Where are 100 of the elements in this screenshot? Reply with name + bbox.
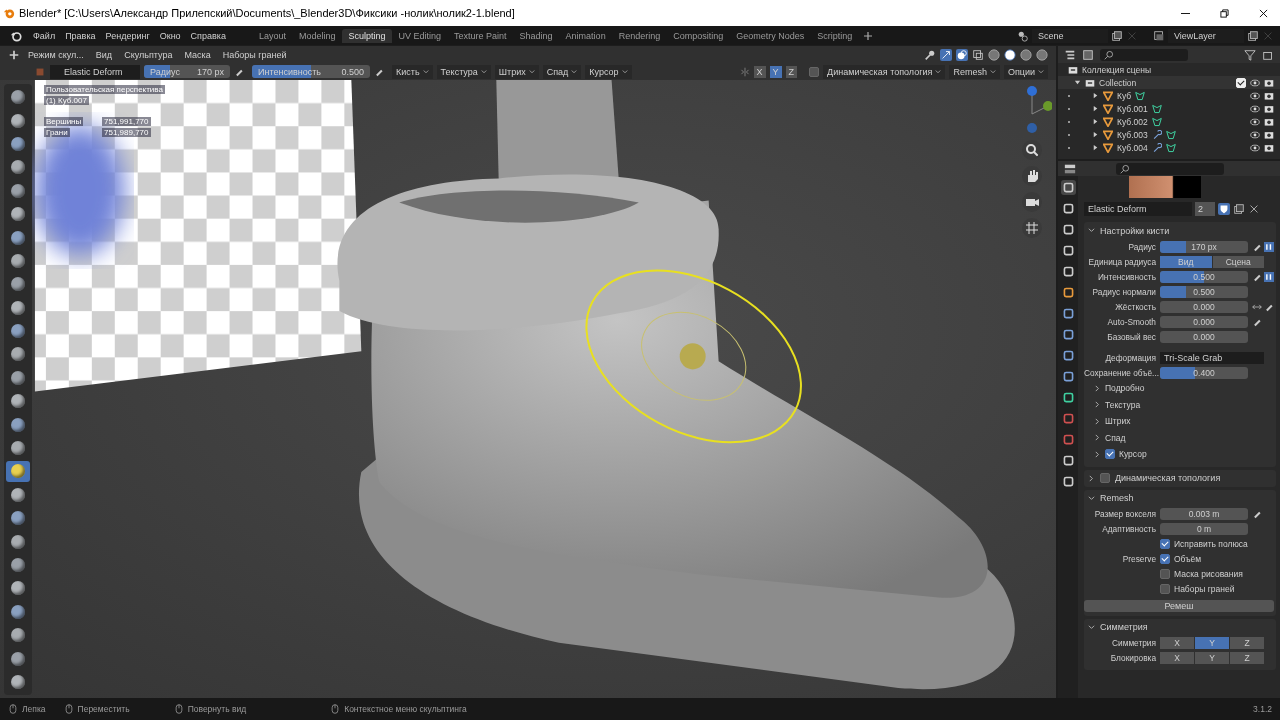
menu-item[interactable]: Окно <box>154 30 186 41</box>
outliner-item[interactable]: Куб.002 <box>1117 116 1148 127</box>
number-field[interactable]: 0.000 <box>1160 330 1248 343</box>
outliner-item[interactable]: Куб.003 <box>1117 129 1148 140</box>
eye-icon[interactable] <box>1250 142 1260 153</box>
eye-icon[interactable] <box>1250 77 1260 88</box>
number-field[interactable]: 0 m <box>1160 523 1248 535</box>
search-field[interactable] <box>1116 162 1224 175</box>
chevron-icon[interactable] <box>1094 434 1101 442</box>
checkbox[interactable] <box>1100 473 1110 483</box>
view-layer-field[interactable]: ViewLayer <box>1168 28 1244 43</box>
checkbox-label[interactable]: Исправить полюса <box>1174 539 1248 549</box>
double-arrow-icon[interactable] <box>1252 301 1262 312</box>
workspace-tab[interactable]: Layout <box>252 28 292 43</box>
gizmo-toggle-icon[interactable] <box>940 48 952 61</box>
workspace-tab[interactable]: Shading <box>513 28 559 43</box>
properties-tab-icon[interactable] <box>1060 180 1076 195</box>
camera-icon[interactable] <box>1022 192 1042 212</box>
scene-field[interactable]: Scene <box>1032 28 1108 43</box>
tool-dropdown[interactable]: Remesh <box>949 64 1000 79</box>
brush-field[interactable]: Elastic Deform <box>50 64 140 79</box>
remesh-button[interactable]: Ремеш <box>1084 600 1274 612</box>
camera-icon[interactable] <box>1264 90 1274 101</box>
hand-icon[interactable] <box>1022 166 1042 186</box>
tool-dropdown[interactable]: Спад <box>542 64 582 79</box>
brush-name-field[interactable]: Elastic Deform <box>1084 202 1192 216</box>
eye-icon[interactable] <box>1250 116 1260 127</box>
number-field[interactable]: 0.003 m <box>1160 508 1248 520</box>
wrench-icon[interactable] <box>1151 129 1162 140</box>
workspace-tab[interactable]: Modeling <box>292 28 342 43</box>
menu-item[interactable]: Правка <box>60 30 101 41</box>
number-field[interactable]: 0.000 <box>1160 315 1248 328</box>
tool-dropdown[interactable]: Штрих <box>494 64 539 79</box>
workspace-tab[interactable]: UV Editing <box>392 28 448 43</box>
menu-item[interactable]: Файл <box>28 30 61 41</box>
axis-toggle[interactable]: Z <box>785 65 798 78</box>
checkbox-label[interactable]: Наборы граней <box>1174 584 1235 594</box>
toggle-option[interactable]: Y <box>1195 652 1229 664</box>
copy-icon[interactable] <box>1233 203 1245 215</box>
add-workspace-icon[interactable] <box>863 30 874 41</box>
workspace-tab[interactable]: Scripting <box>811 28 859 43</box>
axis-toggle[interactable]: X <box>753 65 766 78</box>
copy-icon[interactable] <box>1247 29 1259 42</box>
camera-icon[interactable] <box>1264 116 1274 127</box>
toggle-option[interactable]: Сцена <box>1212 255 1264 268</box>
workspace-tab[interactable]: Compositing <box>667 28 730 43</box>
sculpt-tool-button[interactable] <box>6 461 30 482</box>
mesh-data-icon[interactable] <box>1135 90 1146 101</box>
scene-icon[interactable] <box>1017 29 1029 42</box>
workspace-tab[interactable]: Rendering <box>612 28 667 43</box>
checkbox[interactable] <box>1160 584 1170 594</box>
xray-icon[interactable] <box>972 48 984 61</box>
outliner-item[interactable]: Куб.004 <box>1117 142 1148 153</box>
workspace-tab[interactable]: Geometry Nodes <box>730 28 811 43</box>
toggle-option[interactable]: X <box>1160 652 1194 664</box>
close-icon[interactable] <box>1259 8 1268 18</box>
editor-type-icon[interactable] <box>8 48 20 61</box>
panel-header[interactable]: Динамическая топология <box>1084 469 1276 487</box>
camera-icon[interactable] <box>1264 142 1274 153</box>
dyntopo-dropdown[interactable]: Динамическая топология <box>823 64 946 79</box>
panel-header[interactable]: Симметрия <box>1084 618 1276 636</box>
chevron-icon[interactable] <box>1094 417 1101 425</box>
outliner-item[interactable]: Collection <box>1099 77 1137 88</box>
toggle-option[interactable]: Z <box>1230 637 1264 649</box>
zoom-icon[interactable] <box>1022 140 1042 160</box>
tool-dropdown[interactable]: Кисть <box>392 64 433 79</box>
camera-icon[interactable] <box>1264 129 1274 140</box>
eye-icon[interactable] <box>1250 103 1260 114</box>
subpanel-title[interactable]: Спад <box>1105 432 1126 443</box>
viewport-menu[interactable]: Наборы граней <box>218 49 291 60</box>
wrench-icon[interactable] <box>1151 142 1162 153</box>
property-slider[interactable]: 0.500 <box>1160 285 1248 298</box>
checkbox[interactable] <box>1160 554 1170 564</box>
toggle-option[interactable]: Z <box>1230 652 1264 664</box>
expand-arrow-icon[interactable] <box>1074 79 1081 86</box>
panel-header[interactable]: Настройки кисти <box>1084 222 1276 239</box>
shading-mode-icon[interactable] <box>1004 48 1016 61</box>
camera-icon[interactable] <box>1264 77 1274 88</box>
eye-icon[interactable] <box>1250 90 1260 101</box>
close-icon[interactable] <box>1248 203 1260 215</box>
property-dropdown[interactable]: Tri-Scale Grab <box>1160 351 1264 364</box>
viewport-menu[interactable]: Вид <box>91 49 117 60</box>
viewport-menu[interactable]: Скульптура <box>120 49 177 60</box>
tool-dropdown[interactable]: Курсор <box>585 64 632 79</box>
restore-icon[interactable] <box>1220 8 1229 18</box>
workspace-tab[interactable]: Animation <box>559 28 612 43</box>
property-slider[interactable]: 170 px <box>1160 240 1248 253</box>
search-field[interactable] <box>1100 48 1188 61</box>
mesh-data-icon[interactable] <box>1165 142 1176 153</box>
workspace-tab[interactable]: Texture Paint <box>448 28 513 43</box>
filter-view-icon[interactable] <box>1082 48 1094 61</box>
eye-icon[interactable] <box>1250 129 1260 140</box>
subpanel-title[interactable]: Текстура <box>1105 399 1141 410</box>
user-count[interactable]: 2 <box>1195 202 1215 216</box>
editor-type-icon[interactable] <box>1064 162 1076 175</box>
tool-lock-icon[interactable] <box>1264 241 1274 252</box>
checkbox[interactable] <box>809 66 820 77</box>
toggle-option[interactable]: X <box>1160 637 1194 649</box>
camera-icon[interactable] <box>1264 103 1274 114</box>
mesh-data-icon[interactable] <box>1165 129 1176 140</box>
